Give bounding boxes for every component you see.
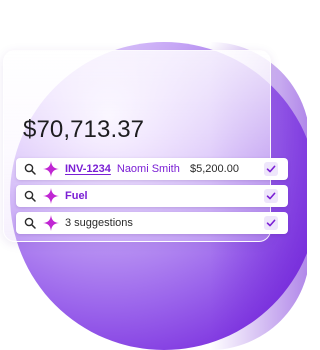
invoice-id-link[interactable]: INV-1234	[65, 163, 111, 175]
confirm-match-button[interactable]	[264, 162, 278, 176]
sparkle-icon	[43, 161, 59, 177]
total-amount: $70,713.37	[23, 116, 145, 143]
search-icon	[24, 190, 36, 202]
illustration-stage: $70,713.37 INV-1234 Naomi Smith $5,200.00…	[0, 0, 307, 350]
check-icon	[266, 192, 276, 200]
check-icon	[266, 219, 276, 227]
search-icon	[24, 217, 36, 229]
suggestions-label: 3 suggestions	[65, 217, 133, 229]
check-icon	[266, 165, 276, 173]
confirm-category-button[interactable]	[264, 189, 278, 203]
search-icon	[24, 163, 36, 175]
confirm-suggestions-button[interactable]	[264, 216, 278, 230]
invoice-amount: $5,200.00	[190, 163, 239, 175]
match-row-category[interactable]: Fuel	[16, 185, 288, 207]
match-row-suggestions[interactable]: 3 suggestions	[16, 212, 288, 234]
sparkle-icon	[43, 188, 59, 204]
customer-name: Naomi Smith	[116, 163, 180, 175]
category-label: Fuel	[65, 190, 88, 202]
invoice-match-text: INV-1234 Naomi Smith	[65, 163, 180, 175]
sparkle-icon	[43, 215, 59, 231]
match-row-invoice[interactable]: INV-1234 Naomi Smith $5,200.00	[16, 158, 288, 180]
